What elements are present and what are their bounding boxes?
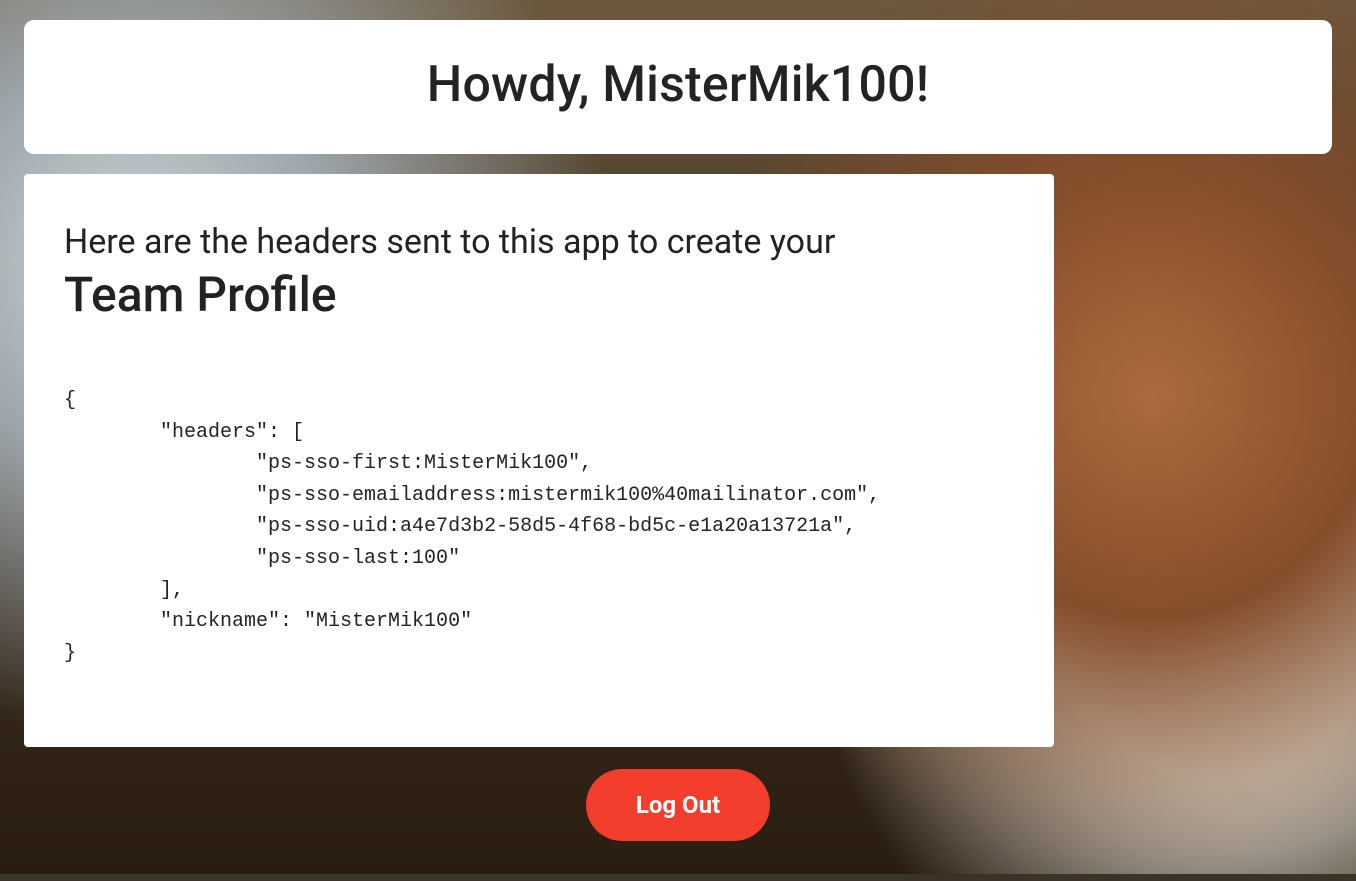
logout-button[interactable]: Log Out [586,769,770,841]
info-lead-line: Here are the headers sent to this app to… [64,222,1014,262]
info-subtitle: Team Profile [64,266,1014,323]
greeting-title: Howdy, MisterMik100! [44,56,1312,114]
info-card: Here are the headers sent to this app to… [24,174,1054,747]
headers-json-block: { "headers": [ "ps-sso-first:MisterMik10… [64,385,1014,669]
greeting-card: Howdy, MisterMik100! [24,20,1332,154]
action-row: Log Out [24,769,1332,841]
page-root: Howdy, MisterMik100! Here are the header… [0,0,1356,881]
